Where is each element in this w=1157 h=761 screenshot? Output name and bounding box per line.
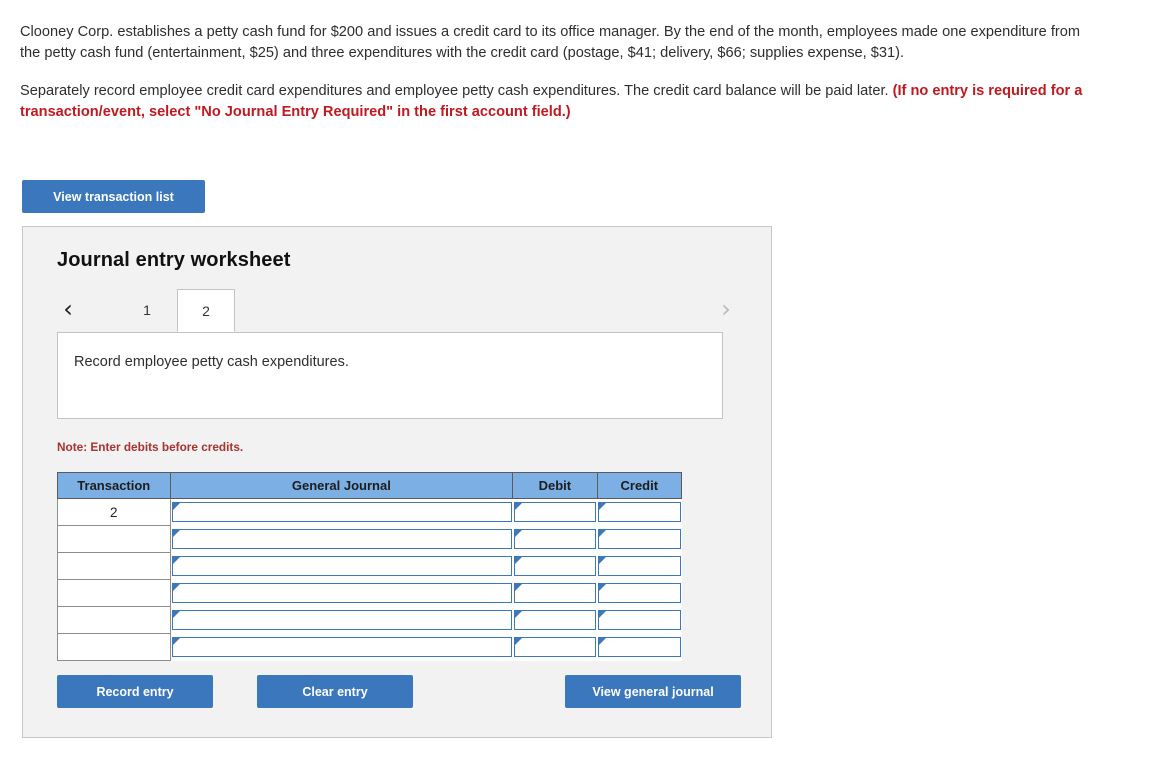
dropdown-flag-icon xyxy=(172,611,180,618)
dropdown-flag-icon xyxy=(599,530,607,537)
chevron-right-icon[interactable]: › xyxy=(715,294,737,324)
credit-input-3[interactable] xyxy=(598,583,681,603)
general-journal-cell[interactable] xyxy=(170,525,513,553)
debit-cell[interactable] xyxy=(512,525,598,553)
worksheet-tab-2[interactable]: 2 xyxy=(177,289,235,332)
general-journal-cell[interactable] xyxy=(170,633,513,661)
dropdown-flag-icon xyxy=(514,530,522,537)
account-select-2[interactable] xyxy=(171,556,512,576)
account-select-1[interactable] xyxy=(171,529,512,549)
journal-entry-worksheet-panel: Journal entry worksheet ‹ 1 2 › Record e… xyxy=(22,226,772,738)
debit-input-3[interactable] xyxy=(513,583,597,603)
general-journal-cell[interactable] xyxy=(170,498,513,526)
problem-paragraph-2-lead: Separately record employee credit card e… xyxy=(20,83,893,99)
transaction-number-cell xyxy=(57,552,171,580)
debit-cell[interactable] xyxy=(512,606,598,634)
debit-input-0[interactable] xyxy=(513,502,597,523)
problem-statement: Clooney Corp. establishes a petty cash f… xyxy=(20,22,1095,122)
transaction-number-cell xyxy=(57,633,171,661)
table-row xyxy=(57,552,682,580)
debit-input-4[interactable] xyxy=(513,610,597,630)
account-select-0[interactable] xyxy=(171,502,512,523)
dropdown-flag-icon xyxy=(172,557,180,564)
question-page: Clooney Corp. establishes a petty cash f… xyxy=(0,0,1157,761)
credit-input-5[interactable] xyxy=(598,637,681,657)
credit-cell[interactable] xyxy=(597,633,682,661)
transaction-number-cell xyxy=(57,525,171,553)
debit-cell[interactable] xyxy=(512,498,598,526)
problem-paragraph-2: Separately record employee credit card e… xyxy=(20,81,1095,122)
dropdown-flag-icon xyxy=(514,503,522,511)
transaction-number-cell xyxy=(57,579,171,607)
clear-entry-button[interactable]: Clear entry xyxy=(257,675,413,708)
column-header-debit: Debit xyxy=(512,472,598,499)
problem-paragraph-1: Clooney Corp. establishes a petty cash f… xyxy=(20,24,1081,61)
table-row xyxy=(57,633,682,661)
dropdown-flag-icon xyxy=(514,638,522,645)
dropdown-flag-icon xyxy=(599,584,607,591)
dropdown-flag-icon xyxy=(172,584,180,591)
worksheet-tab-1[interactable]: 1 xyxy=(119,289,175,332)
credit-cell[interactable] xyxy=(597,525,682,553)
debit-input-1[interactable] xyxy=(513,529,597,549)
dropdown-flag-icon xyxy=(599,503,607,511)
column-header-credit: Credit xyxy=(596,472,683,499)
dropdown-flag-icon xyxy=(514,584,522,591)
worksheet-tab-strip: ‹ 1 2 › xyxy=(57,289,737,333)
dropdown-flag-icon xyxy=(599,557,607,564)
table-row xyxy=(57,606,682,634)
account-select-5[interactable] xyxy=(171,637,512,657)
general-journal-cell[interactable] xyxy=(170,606,513,634)
view-general-journal-button[interactable]: View general journal xyxy=(565,675,741,708)
column-header-transaction: Transaction xyxy=(57,472,171,499)
debit-cell[interactable] xyxy=(512,579,598,607)
transaction-number-cell xyxy=(57,606,171,634)
dropdown-flag-icon xyxy=(599,611,607,618)
general-journal-cell[interactable] xyxy=(170,552,513,580)
table-header-row: Transaction General Journal Debit Credit xyxy=(57,472,683,499)
general-journal-cell[interactable] xyxy=(170,579,513,607)
dropdown-flag-icon xyxy=(172,503,180,511)
debit-cell[interactable] xyxy=(512,552,598,580)
worksheet-title: Journal entry worksheet xyxy=(57,249,291,271)
credit-input-0[interactable] xyxy=(598,502,681,523)
credit-input-2[interactable] xyxy=(598,556,681,576)
worksheet-instruction-text: Record employee petty cash expenditures. xyxy=(74,354,349,370)
chevron-left-icon[interactable]: ‹ xyxy=(57,294,79,324)
debit-input-5[interactable] xyxy=(513,637,597,657)
table-row xyxy=(57,525,682,553)
credit-input-1[interactable] xyxy=(598,529,681,549)
account-select-4[interactable] xyxy=(171,610,512,630)
worksheet-instruction-box: Record employee petty cash expenditures. xyxy=(57,332,723,419)
column-header-general-journal: General Journal xyxy=(169,472,514,499)
record-entry-button[interactable]: Record entry xyxy=(57,675,213,708)
view-transaction-list-button[interactable]: View transaction list xyxy=(22,180,205,213)
debits-before-credits-note: Note: Enter debits before credits. xyxy=(57,440,244,454)
credit-cell[interactable] xyxy=(597,579,682,607)
credit-input-4[interactable] xyxy=(598,610,681,630)
debit-cell[interactable] xyxy=(512,633,598,661)
credit-cell[interactable] xyxy=(597,552,682,580)
account-select-3[interactable] xyxy=(171,583,512,603)
dropdown-flag-icon xyxy=(514,557,522,564)
table-row: 2 xyxy=(57,498,682,526)
dropdown-flag-icon xyxy=(599,638,607,645)
journal-entry-table: Transaction General Journal Debit Credit… xyxy=(57,472,683,661)
credit-cell[interactable] xyxy=(597,606,682,634)
transaction-number-cell: 2 xyxy=(57,498,171,526)
table-row xyxy=(57,579,682,607)
dropdown-flag-icon xyxy=(172,530,180,537)
dropdown-flag-icon xyxy=(172,638,180,645)
debit-input-2[interactable] xyxy=(513,556,597,576)
dropdown-flag-icon xyxy=(514,611,522,618)
credit-cell[interactable] xyxy=(597,498,682,526)
